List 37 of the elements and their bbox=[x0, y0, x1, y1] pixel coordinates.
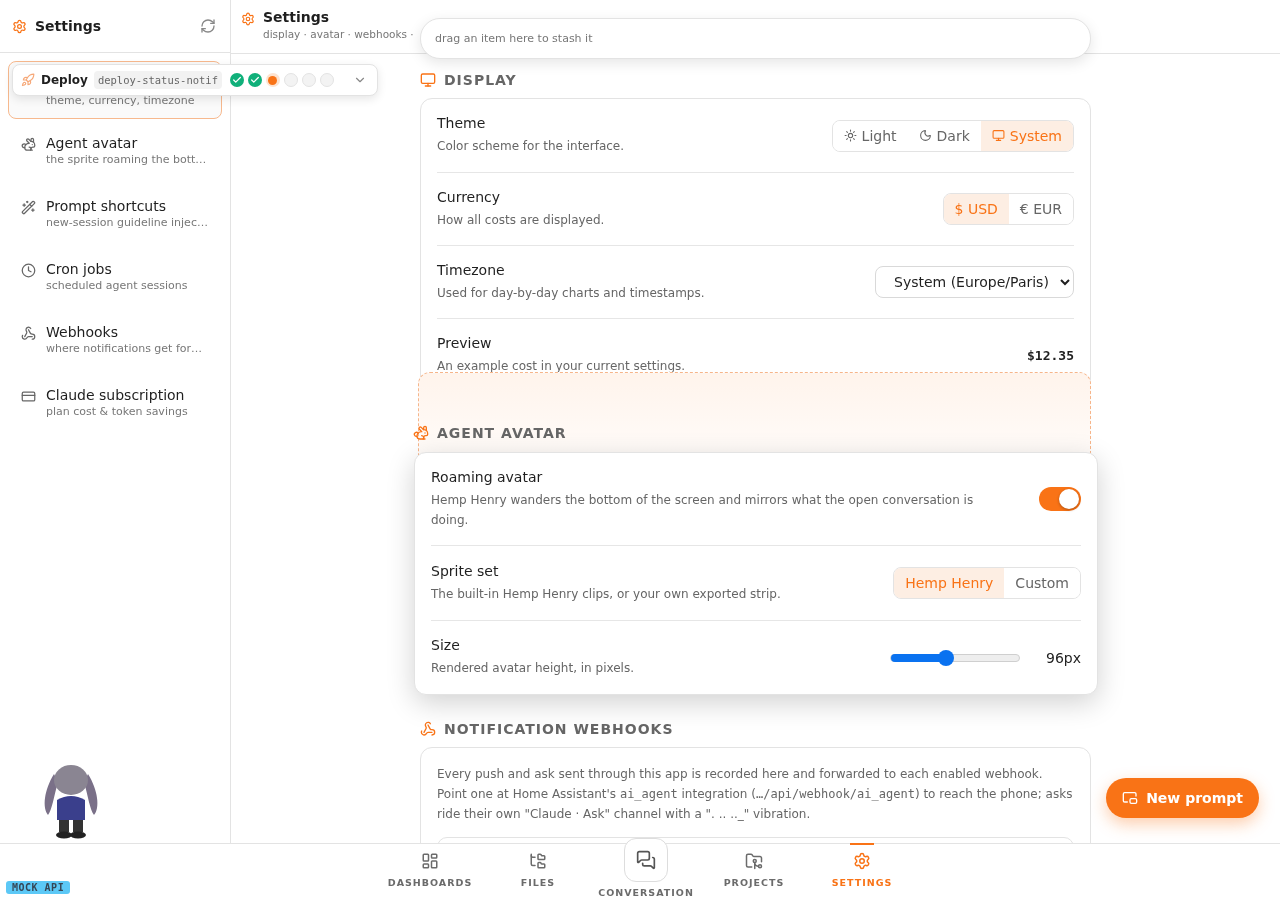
setting-label: Theme bbox=[437, 115, 487, 131]
setting-description: How all costs are displayed. bbox=[437, 211, 605, 229]
item-subtitle: where notifications get for… bbox=[46, 342, 203, 355]
item-title: Webhooks bbox=[46, 324, 119, 340]
item-subtitle: scheduled agent sessions bbox=[46, 279, 188, 292]
setting-label: Preview bbox=[437, 334, 493, 351]
webhooks-description: Every push and ask sent through this app is recorded here and forwarded to each enabled webhook. Point one at Home Assistant's ai_agent integration (…/api/webhook/ai_agent) to reach the phone; asks ride their own "Claude · Ask" channel with a ". .. .._" vibration. bbox=[437, 766, 1074, 823]
setting-label: Size bbox=[431, 637, 461, 653]
page-title: Settings bbox=[263, 9, 331, 25]
setting-description: Hemp Henry wanders the bottom of the screen and mirrors what the open conversation is doing. bbox=[431, 491, 975, 529]
page-subtitle: display · avatar · webhooks · bbox=[263, 28, 414, 40]
section-heading: NOTIFICATION WEBHOOKS bbox=[420, 720, 1091, 738]
item-subtitle: plan cost & token savings bbox=[46, 405, 188, 418]
item-subtitle: new-session guideline injec… bbox=[46, 216, 208, 229]
item-title: Claude subscription bbox=[46, 387, 186, 403]
item-subtitle: theme, currency, timezone bbox=[46, 94, 195, 107]
toast-label: Deploy bbox=[41, 73, 88, 87]
setting-label: Roaming avatar bbox=[431, 468, 544, 485]
setting-description: Rendered avatar height, in pixels. bbox=[431, 660, 634, 677]
item-title: Cron jobs bbox=[46, 261, 113, 277]
sidebar-title: Settings bbox=[35, 18, 103, 34]
setting-description: An example cost in your current settings. bbox=[437, 357, 686, 375]
mock-api-badge: MOCK API bbox=[6, 881, 71, 894]
section-heading: AGENT AVATAR bbox=[413, 424, 1090, 442]
setting-description: Used for day-by-day charts and timestamps. bbox=[437, 284, 705, 302]
deploy-tag: deploy-status-notif bbox=[93, 71, 222, 89]
item-title: Agent avatar bbox=[46, 135, 139, 151]
slider-reading: 96px bbox=[1046, 649, 1081, 666]
item-title: Prompt shortcuts bbox=[46, 198, 167, 214]
setting-description: Color scheme for the interface. bbox=[437, 138, 625, 155]
item-subtitle: the sprite roaming the bott… bbox=[46, 153, 207, 166]
setting-label: Timezone bbox=[437, 261, 506, 278]
setting-label: Currency bbox=[437, 188, 502, 205]
preview-value: $12.35 bbox=[1027, 347, 1074, 363]
section-heading: DISPLAY bbox=[420, 71, 1091, 89]
setting-label: Sprite set bbox=[431, 562, 500, 579]
setting-description: The built-in Hemp Henry clips, or your own exported strip. bbox=[431, 585, 781, 603]
